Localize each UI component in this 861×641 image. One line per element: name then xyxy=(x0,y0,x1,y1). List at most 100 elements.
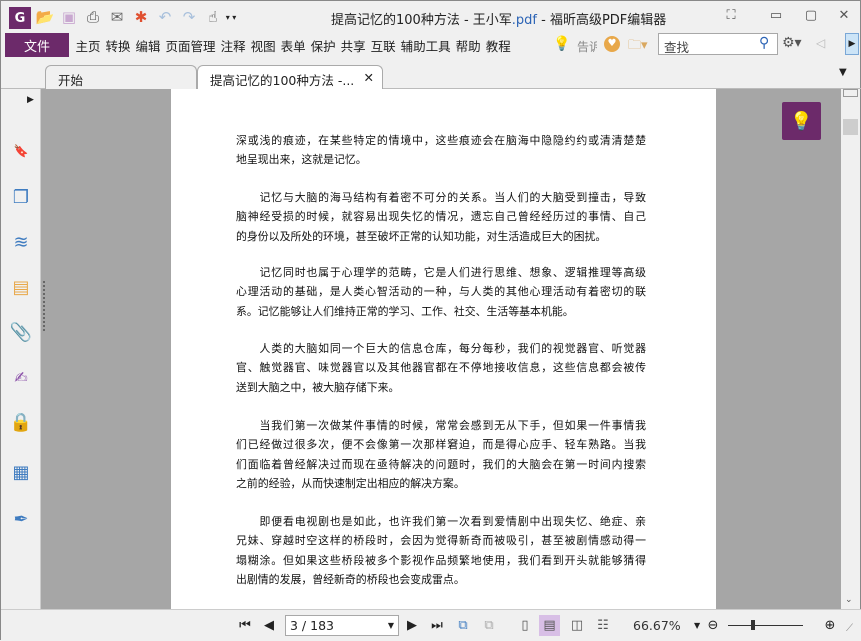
ribbon-scroll-left-icon[interactable]: ◁ xyxy=(816,36,825,50)
menu-protect[interactable]: 保护 xyxy=(308,36,338,55)
paragraph: 深或浅的痕迹，在某些特定的情境中，这些痕迹会在脑海中隐隐约约或清清楚楚 地呈现出来… xyxy=(236,131,646,170)
text-line: 心理活动的基础，是人类心智活动的一种，与人类的其他心理活动有着密切的联 xyxy=(236,285,646,299)
text-line: 系。记忆能够让人们维持正常的学习、工作、社交、生活等基本机能。 xyxy=(236,304,574,318)
paragraph: 记忆与大脑的海马结构有着密不可分的关系。当人们的大脑受到撞击，导致 脑神经受损的时… xyxy=(236,188,646,246)
zoom-out-button[interactable]: ⊖ xyxy=(703,615,723,636)
next-view-button[interactable]: ⧉ xyxy=(479,615,499,636)
paragraph: 当我们第一次做某件事情的时候，常常会感到无从下手，但如果一件事情我 们已经做过很多… xyxy=(236,416,646,493)
scroll-up-button[interactable] xyxy=(843,89,858,97)
zoom-in-button[interactable]: ⊕ xyxy=(820,615,840,636)
zoom-level[interactable]: 66.67% xyxy=(633,618,681,633)
menu-connect[interactable]: 互联 xyxy=(368,36,398,55)
redo-icon[interactable]: ↷ xyxy=(179,7,199,27)
ribbon-menu: 主页 转换 编辑 页面管理 注释 视图 表单 保护 共享 互联 辅助工具 帮助 … xyxy=(73,36,513,55)
vertical-scrollbar[interactable]: ⌄ xyxy=(841,89,860,609)
facing-view-button[interactable]: ◫ xyxy=(567,615,587,636)
save-icon[interactable]: ▣ xyxy=(59,7,79,27)
text-line: 之前的经验，从而快速制定出相应的解决方案。 xyxy=(236,476,465,490)
tips-lightbulb-button[interactable]: 💡 xyxy=(782,102,821,140)
ribbon-scroll-right-button[interactable]: ▶ xyxy=(845,33,859,55)
panel-resize-handle[interactable] xyxy=(43,281,47,331)
title-bar: G 📂 ▣ ⎙ ✉ ✱ ↶ ↷ ☝ ▾ ▾ 提高记忆的100种方法 - 王小军.… xyxy=(1,1,861,33)
search-icon[interactable]: ⚲ xyxy=(759,35,769,51)
menu-home[interactable]: 主页 xyxy=(73,36,103,55)
previous-view-button[interactable]: ⧉ xyxy=(453,615,473,636)
text-line: 的身份以及所处的环境，甚至破坏正常的认知功能，对生活造成巨大的困扰。 xyxy=(236,229,607,243)
tab-label: 提高记忆的100种方法 -... xyxy=(210,73,355,88)
previous-page-button[interactable]: ◀ xyxy=(259,615,279,636)
maximize-button[interactable]: ▢ xyxy=(796,5,826,25)
menu-share[interactable]: 共享 xyxy=(338,36,368,55)
menu-organize[interactable]: 页面管理 xyxy=(163,36,218,55)
tell-me-input[interactable]: 告诉 xyxy=(577,38,597,55)
menu-accessibility[interactable]: 辅助工具 xyxy=(398,36,453,55)
email-icon[interactable]: ✉ xyxy=(107,7,127,27)
text-line: 记忆同时也属于心理学的范畴，它是人们进行思维、想象、逻辑推理等高级 xyxy=(236,266,646,279)
menu-convert[interactable]: 转换 xyxy=(103,36,133,55)
new-document-icon[interactable]: ✱ xyxy=(131,7,151,27)
text-line: 人类的大脑如同一个巨大的信息仓库，每分每秒，我们的视觉器官、听觉器 xyxy=(236,342,646,355)
paragraph: 即便看电视剧也是如此，也许我们第一次看到爱情剧中出现失忆、绝症、亲 兄妹、穿越时空… xyxy=(236,512,646,589)
single-page-view-button[interactable]: ▯ xyxy=(515,615,535,636)
fullscreen-icon[interactable]: ⛶ xyxy=(716,5,746,25)
customize-dropdown-icon[interactable]: ▾ ▾ xyxy=(221,7,241,27)
menu-help[interactable]: 帮助 xyxy=(453,36,483,55)
tab-document[interactable]: 提高记忆的100种方法 -... ✕ xyxy=(197,65,383,90)
close-window-button[interactable]: ✕ xyxy=(829,5,859,25)
text-line: 脑神经受损的时候，就容易出现失忆的情况，遗忘自己曾经经历过的事情、自己 xyxy=(236,210,646,224)
print-icon[interactable]: ⎙ xyxy=(83,7,103,27)
heart-icon[interactable]: ♥ xyxy=(604,36,620,52)
close-tab-icon[interactable]: ✕ xyxy=(364,70,374,85)
resize-grip-icon[interactable]: ⟋ xyxy=(846,623,853,634)
zoom-slider[interactable] xyxy=(728,625,803,626)
app-logo-icon: G xyxy=(9,7,31,29)
first-page-button[interactable]: ⏮ xyxy=(235,615,255,636)
text-line: 兄妹、穿越时空这样的桥段时，会因为觉得新奇而被吸引，甚至被剧情感动得一 xyxy=(236,534,646,548)
search-folder-icon[interactable]: 🗀▾ xyxy=(628,36,648,58)
signatures-icon[interactable]: ✍ xyxy=(9,365,33,389)
undo-icon[interactable]: ↶ xyxy=(155,7,175,27)
bookmarks-icon[interactable]: 🔖 xyxy=(9,139,33,163)
text-line: 当我们第一次做某件事情的时候，常常会感到无从下手，但如果一件事情我 xyxy=(236,419,646,432)
comments-icon[interactable]: ▤ xyxy=(9,275,33,299)
continuous-page-view-button[interactable]: ▤ xyxy=(539,615,560,636)
menu-tutorial[interactable]: 教程 xyxy=(483,36,513,55)
open-icon[interactable]: 📂 xyxy=(35,7,55,27)
last-page-button[interactable]: ⏭ xyxy=(427,615,447,636)
hand-tool-icon[interactable]: ☝ xyxy=(203,7,223,27)
security-lock-icon[interactable]: 🔒 xyxy=(9,410,33,434)
menu-comment[interactable]: 注释 xyxy=(218,36,248,55)
window-title: 提高记忆的100种方法 - 王小军.pdf - 福昕高级PDF编辑器 xyxy=(331,13,667,28)
expand-panel-icon[interactable]: ▶ xyxy=(27,95,34,105)
form-fields-icon[interactable]: ▦ xyxy=(9,460,33,484)
zoom-slider-thumb[interactable] xyxy=(750,620,755,630)
menu-form[interactable]: 表单 xyxy=(278,36,308,55)
text-line: 们已经做过很多次，便不会像第一次那样窘迫，而是得心应手、轻车熟路。当我 xyxy=(236,438,646,452)
tab-list-dropdown-icon[interactable]: ▼ xyxy=(839,67,847,78)
menu-view[interactable]: 视图 xyxy=(248,36,278,55)
tab-label: 开始 xyxy=(58,73,84,88)
lightbulb-icon: 💡 xyxy=(790,110,813,132)
tab-start[interactable]: 开始 xyxy=(45,65,197,89)
layers-icon[interactable]: ≋ xyxy=(9,230,33,254)
file-menu-button[interactable]: 文件 xyxy=(5,33,69,57)
pages-thumbnails-icon[interactable]: ❐ xyxy=(9,185,33,209)
scroll-down-button[interactable]: ⌄ xyxy=(845,595,853,605)
text-line: 出剧情的发展，曾经新奇的桥段也会变成雷点。 xyxy=(236,572,465,586)
menu-edit[interactable]: 编辑 xyxy=(133,36,163,55)
continuous-facing-view-button[interactable]: ☷ xyxy=(593,615,613,636)
settings-gear-icon[interactable]: ⚙▾ xyxy=(782,35,802,51)
text-line: 官、触觉器官、味觉器官以及其他器官都在不停地接收信息，这些信息都会被传 xyxy=(236,361,646,375)
navigation-panel: ▶ 🔖 ❐ ≋ ▤ 📎 ✍ 🔒 ▦ ✒ xyxy=(1,89,41,609)
page-dropdown-icon[interactable]: ▼ xyxy=(388,621,394,630)
attachments-icon[interactable]: 📎 xyxy=(9,320,33,344)
zoom-dropdown-icon[interactable]: ▼ xyxy=(694,621,700,630)
minimize-button[interactable]: ▭ xyxy=(761,5,791,25)
text-line: 即便看电视剧也是如此，也许我们第一次看到爱情剧中出现失忆、绝症、亲 xyxy=(236,515,646,528)
lightbulb-icon: 💡 xyxy=(553,36,571,52)
next-page-button[interactable]: ▶ xyxy=(402,615,422,636)
page-number-input[interactable]: 3 / 183 ▼ xyxy=(285,615,399,636)
scroll-thumb[interactable] xyxy=(843,119,858,135)
certify-icon[interactable]: ✒ xyxy=(9,507,33,531)
paragraph: 人类的大脑如同一个巨大的信息仓库，每分每秒，我们的视觉器官、听觉器 官、触觉器官、… xyxy=(236,339,646,397)
